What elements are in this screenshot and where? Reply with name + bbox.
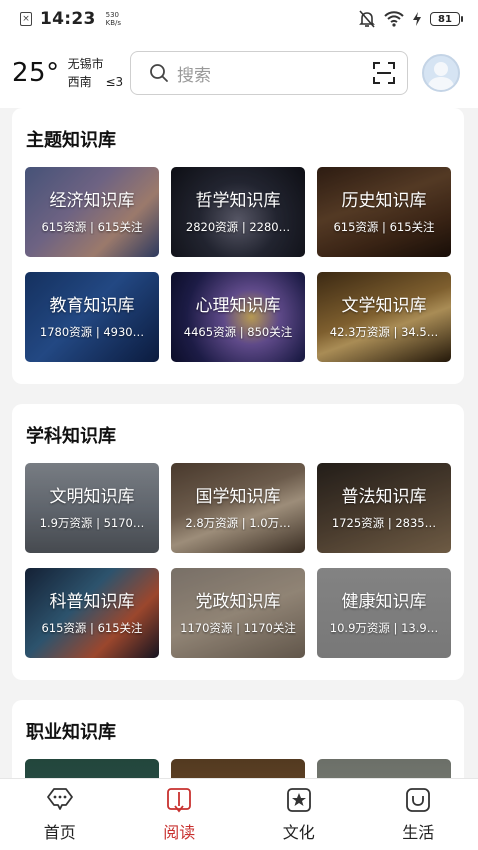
temperature: 25°: [12, 58, 60, 88]
tile-stats: 1725资源 | 2835…: [331, 515, 437, 530]
wind-info: 西南 ≤3: [67, 75, 124, 89]
tile-name: 文学知识库: [341, 295, 427, 316]
tile-stats: 1170资源 | 1170关注: [180, 620, 296, 635]
user-avatar-icon: [427, 62, 455, 90]
tile-career-1[interactable]: [25, 759, 159, 778]
status-bar: × 14:23 530 KB/s 81: [0, 0, 478, 38]
nav-label: 阅读: [163, 822, 196, 842]
tile-civilization[interactable]: 文明知识库 1.9万资源 | 5170…: [25, 463, 159, 553]
tile-stats: 10.9万资源 | 13.9…: [329, 620, 439, 635]
tile-stats: 2.8万资源 | 1.0万…: [185, 515, 291, 530]
section-title: 学科知识库: [26, 426, 116, 447]
section-title: 主题知识库: [26, 130, 116, 151]
home-chat-icon: [46, 787, 73, 810]
tile-name: 经济知识库: [49, 190, 135, 211]
tile-stats: 615资源 | 615关注: [41, 620, 143, 635]
tile-law[interactable]: 普法知识库 1725资源 | 2835…: [317, 463, 451, 553]
no-sim-icon: ×: [20, 12, 32, 26]
search-input[interactable]: 搜索: [130, 51, 408, 95]
wifi-icon: [384, 11, 404, 27]
tile-education[interactable]: 教育知识库 1780资源 | 4930…: [25, 272, 159, 362]
nav-home[interactable]: 首页: [0, 779, 120, 850]
weather-widget[interactable]: 25° 无锡市 西南 ≤3: [12, 55, 130, 91]
tile-name: 教育知识库: [49, 295, 135, 316]
avatar[interactable]: [422, 54, 460, 92]
section-subject-library: 学科知识库 文明知识库 1.9万资源 | 5170… 国学知识库 2.8万资源 …: [12, 404, 464, 680]
nav-label: 文化: [282, 822, 315, 842]
tile-name: 国学知识库: [195, 486, 281, 507]
charging-bolt-icon: [413, 12, 421, 26]
tile-career-3[interactable]: [317, 759, 451, 778]
tile-stats: 615资源 | 615关注: [41, 219, 143, 234]
tile-psychology[interactable]: 心理知识库 4465资源 | 850关注: [171, 272, 305, 362]
tile-stats: 1780资源 | 4930…: [39, 324, 145, 339]
nav-life[interactable]: 生活: [359, 779, 478, 850]
tile-health[interactable]: 健康知识库 10.9万资源 | 13.9…: [317, 568, 451, 658]
network-speed: 530 KB/s: [105, 11, 122, 27]
main-content: 主题知识库 经济知识库 615资源 | 615关注 哲学知识库 2820资源 |…: [0, 108, 478, 778]
nav-label: 首页: [43, 822, 76, 842]
nav-read[interactable]: 阅读: [120, 779, 240, 850]
status-time: 14:23: [40, 9, 96, 29]
tile-guoxue[interactable]: 国学知识库 2.8万资源 | 1.0万…: [171, 463, 305, 553]
tile-stats: 2820资源 | 2280…: [185, 219, 291, 234]
section-theme-library: 主题知识库 经济知识库 615资源 | 615关注 哲学知识库 2820资源 |…: [12, 108, 464, 384]
nav-label: 生活: [402, 822, 435, 842]
tile-name: 哲学知识库: [195, 190, 281, 211]
tile-stats: 42.3万资源 | 34.5…: [329, 324, 439, 339]
tile-science[interactable]: 科普知识库 615资源 | 615关注: [25, 568, 159, 658]
star-frame-icon: [286, 787, 311, 812]
tile-career-2[interactable]: [171, 759, 305, 778]
section-title: 职业知识库: [26, 722, 116, 743]
tile-name: 健康知识库: [341, 591, 427, 612]
search-placeholder: 搜索: [177, 65, 211, 86]
tile-name: 科普知识库: [49, 591, 135, 612]
tile-history[interactable]: 历史知识库 615资源 | 615关注: [317, 167, 451, 257]
tile-name: 文明知识库: [49, 486, 135, 507]
tile-name: 历史知识库: [341, 190, 427, 211]
tile-name: 心理知识库: [195, 295, 281, 316]
mute-bell-icon: [359, 10, 375, 28]
tile-stats: 615资源 | 615关注: [333, 219, 435, 234]
bottom-nav: 首页 阅读 文化 生活: [0, 778, 478, 850]
scan-icon[interactable]: [373, 62, 395, 84]
tile-stats: 4465资源 | 850关注: [183, 324, 293, 339]
tile-party-politics[interactable]: 党政知识库 1170资源 | 1170关注: [171, 568, 305, 658]
smile-bag-icon: [406, 787, 431, 812]
tile-literature[interactable]: 文学知识库 42.3万资源 | 34.5…: [317, 272, 451, 362]
tile-philosophy[interactable]: 哲学知识库 2820资源 | 2280…: [171, 167, 305, 257]
battery-level: 81: [430, 12, 463, 26]
city-name: 无锡市: [67, 57, 104, 71]
book-icon: [167, 787, 192, 812]
tile-name: 普法知识库: [341, 486, 427, 507]
section-career-library: 职业知识库: [12, 700, 464, 778]
tile-economics[interactable]: 经济知识库 615资源 | 615关注: [25, 167, 159, 257]
tile-stats: 1.9万资源 | 5170…: [39, 515, 145, 530]
tile-name: 党政知识库: [195, 591, 281, 612]
nav-culture[interactable]: 文化: [239, 779, 359, 850]
search-icon: [150, 64, 168, 82]
app-header: 25° 无锡市 西南 ≤3 搜索: [0, 38, 478, 108]
